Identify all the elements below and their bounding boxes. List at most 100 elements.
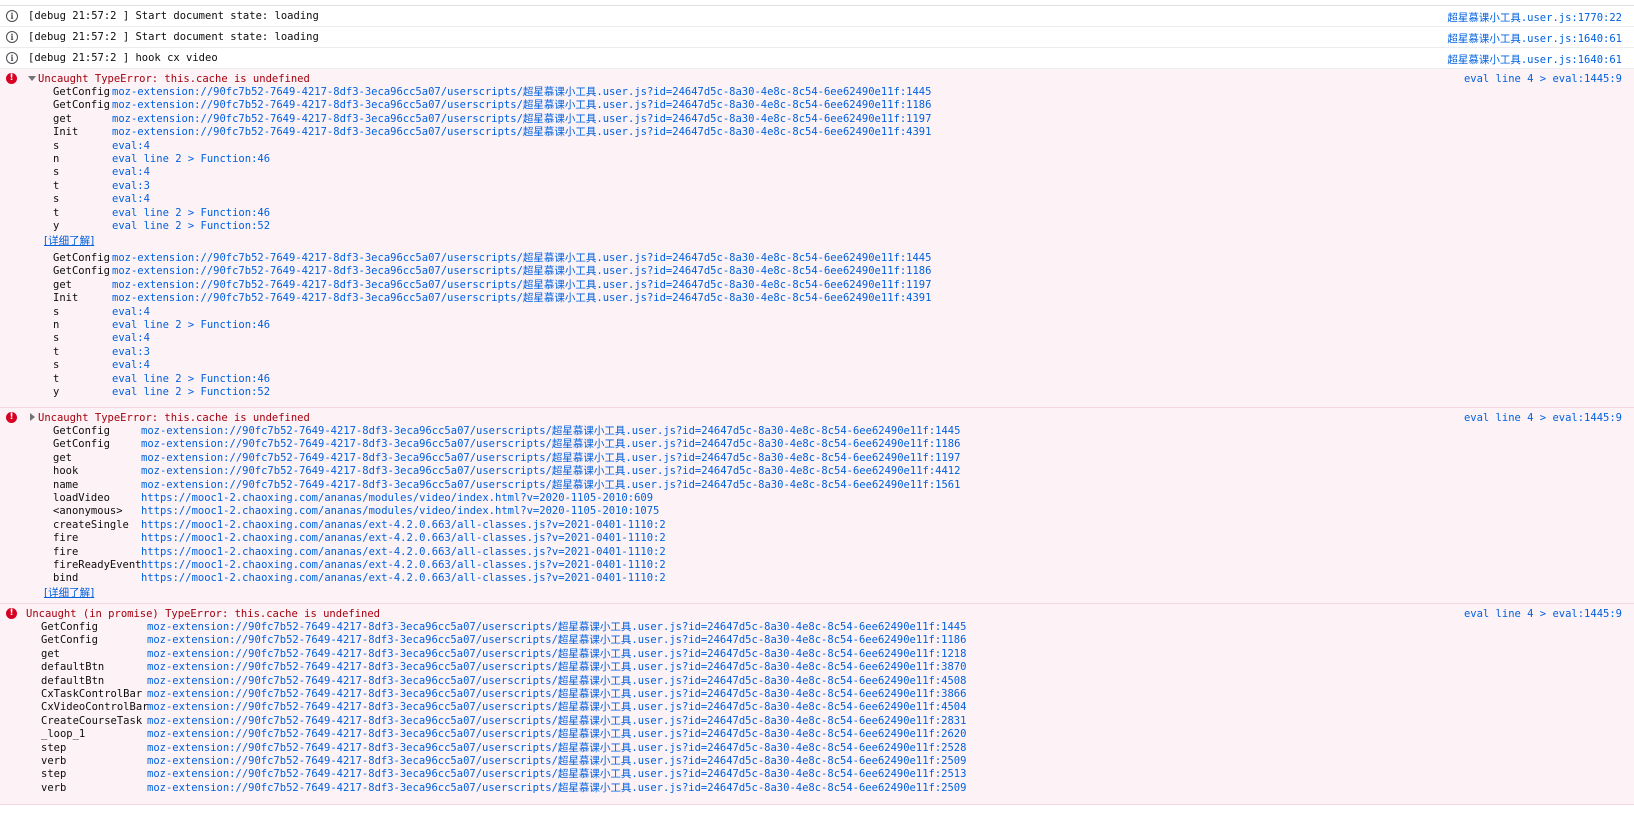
frame-location-link[interactable]: https://mooc1-2.chaoxing.com/ananas/ext-… — [141, 532, 666, 545]
frame-location-link[interactable]: moz-extension://90fc7b52-7649-4217-8df3-… — [112, 113, 931, 126]
frame-function: step — [41, 741, 67, 754]
frame-function: s — [53, 359, 60, 372]
frame-location-link[interactable]: moz-extension://90fc7b52-7649-4217-8df3-… — [112, 265, 931, 278]
frame-location-link[interactable]: moz-extension://90fc7b52-7649-4217-8df3-… — [112, 252, 931, 265]
frame-location-link[interactable]: moz-extension://90fc7b52-7649-4217-8df3-… — [147, 782, 966, 795]
frame-function: t — [53, 372, 60, 385]
source-link[interactable]: 超星慕课小工具.user.js:1770:22 — [1447, 10, 1622, 25]
frame-function: s — [53, 139, 60, 152]
frame-location-link[interactable]: eval:4 — [112, 306, 150, 319]
frame-function: GetConfig — [53, 86, 110, 98]
error-message[interactable]: Uncaught TypeError: this.cache is undefi… — [38, 412, 310, 424]
error-row: ! Uncaught (in promise) TypeError: this.… — [0, 604, 1634, 805]
source-link[interactable]: 超星慕课小工具.user.js:1640:61 — [1447, 31, 1622, 46]
frame-location-link[interactable]: moz-extension://90fc7b52-7649-4217-8df3-… — [141, 425, 960, 438]
frame-function: GetConfig — [53, 265, 110, 278]
frame-location-link[interactable]: eval line 2 > Function:52 — [112, 220, 270, 233]
frame-function: GetConfig — [53, 425, 110, 437]
frame-location-link[interactable]: moz-extension://90fc7b52-7649-4217-8df3-… — [147, 701, 966, 714]
frame-function: verb — [41, 781, 67, 794]
frame-location-link[interactable]: https://mooc1-2.chaoxing.com/ananas/ext-… — [141, 546, 666, 559]
frame-function: CxVideoControlBar — [41, 701, 149, 714]
learn-more-link[interactable]: [详细了解] — [44, 233, 94, 248]
error-row: ! Uncaught TypeError: this.cache is unde… — [0, 408, 1634, 604]
frame-function: GetConfig — [53, 252, 110, 264]
frame-location-link[interactable]: https://mooc1-2.chaoxing.com/ananas/ext-… — [141, 559, 666, 572]
frame-location-link[interactable]: moz-extension://90fc7b52-7649-4217-8df3-… — [147, 728, 966, 741]
frame-location-link[interactable]: https://mooc1-2.chaoxing.com/ananas/ext-… — [141, 519, 666, 532]
frame-function: get — [53, 278, 72, 291]
frame-location-link[interactable]: moz-extension://90fc7b52-7649-4217-8df3-… — [147, 634, 966, 647]
frame-function: loadVideo — [53, 492, 110, 504]
frame-location-link[interactable]: https://mooc1-2.chaoxing.com/ananas/modu… — [141, 505, 659, 518]
frame-location-link[interactable]: eval:4 — [112, 140, 150, 153]
frame-function: bind — [53, 572, 79, 585]
frame-location-link[interactable]: moz-extension://90fc7b52-7649-4217-8df3-… — [141, 452, 960, 465]
frame-function: _loop_1 — [41, 728, 86, 741]
frame-location-link[interactable]: https://mooc1-2.chaoxing.com/ananas/modu… — [141, 492, 653, 505]
console-output: i [debug 21:57:2 ] Start document state:… — [0, 0, 1634, 805]
frame-function: Init — [53, 126, 79, 139]
expand-toggle-open-icon[interactable] — [27, 73, 37, 83]
frame-location-link[interactable]: eval:4 — [112, 359, 150, 372]
frame-function: name — [53, 478, 79, 491]
frame-location-link[interactable]: eval:3 — [112, 346, 150, 359]
frame-function: y — [53, 386, 60, 398]
log-row: i [debug 21:57:2 ] Start document state:… — [0, 27, 1634, 48]
frame-location-link[interactable]: moz-extension://90fc7b52-7649-4217-8df3-… — [112, 292, 931, 305]
log-row: i [debug 21:57:2 ] hook cx video 超星慕课小工具… — [0, 48, 1634, 69]
error-icon: ! — [6, 608, 17, 619]
frame-location-link[interactable]: moz-extension://90fc7b52-7649-4217-8df3-… — [147, 621, 966, 634]
frame-location-link[interactable]: moz-extension://90fc7b52-7649-4217-8df3-… — [147, 661, 966, 674]
error-message[interactable]: Uncaught TypeError: this.cache is undefi… — [38, 73, 310, 85]
frame-location-link[interactable]: eval line 2 > Function:46 — [112, 319, 270, 332]
frame-location-link[interactable]: moz-extension://90fc7b52-7649-4217-8df3-… — [112, 279, 931, 292]
info-icon: i — [6, 31, 18, 43]
frame-function: CreateCourseTask — [41, 714, 143, 727]
frame-location-link[interactable]: moz-extension://90fc7b52-7649-4217-8df3-… — [147, 715, 966, 728]
error-icon: ! — [6, 412, 17, 423]
frame-location-link[interactable]: eval line 2 > Function:46 — [112, 373, 270, 386]
frame-location-link[interactable]: moz-extension://90fc7b52-7649-4217-8df3-… — [112, 99, 931, 112]
frame-function: defaultBtn — [41, 674, 105, 687]
frame-location-link[interactable]: eval line 2 > Function:52 — [112, 386, 270, 399]
frame-function: GetConfig — [53, 438, 110, 451]
frame-location-link[interactable]: eval line 2 > Function:46 — [112, 207, 270, 220]
frame-location-link[interactable]: moz-extension://90fc7b52-7649-4217-8df3-… — [141, 438, 960, 451]
frame-function: Init — [53, 292, 79, 305]
frame-function: fire — [53, 545, 79, 558]
frame-location-link[interactable]: moz-extension://90fc7b52-7649-4217-8df3-… — [147, 675, 966, 688]
frame-location-link[interactable]: moz-extension://90fc7b52-7649-4217-8df3-… — [147, 688, 966, 701]
frame-function: GetConfig — [53, 99, 110, 112]
log-row: i [debug 21:57:2 ] Start document state:… — [0, 6, 1634, 27]
expand-toggle-closed-icon[interactable] — [27, 412, 37, 422]
frame-location-link[interactable]: moz-extension://90fc7b52-7649-4217-8df3-… — [147, 755, 966, 768]
frame-location-link[interactable]: moz-extension://90fc7b52-7649-4217-8df3-… — [141, 465, 960, 478]
frame-function: n — [53, 153, 60, 165]
source-link[interactable]: eval line 4 > eval:1445:9 — [1464, 412, 1622, 424]
frame-location-link[interactable]: eval:4 — [112, 332, 150, 345]
frame-location-link[interactable]: moz-extension://90fc7b52-7649-4217-8df3-… — [147, 742, 966, 755]
source-link[interactable]: eval line 4 > eval:1445:9 — [1464, 608, 1622, 620]
frame-location-link[interactable]: moz-extension://90fc7b52-7649-4217-8df3-… — [147, 648, 966, 661]
source-link[interactable]: 超星慕课小工具.user.js:1640:61 — [1447, 52, 1622, 67]
frame-function: CxTaskControlBar — [41, 688, 143, 700]
frame-location-link[interactable]: eval:3 — [112, 180, 150, 193]
frame-function: createSingle — [53, 518, 129, 531]
frame-function: hook — [53, 465, 79, 478]
learn-more-link[interactable]: [详细了解] — [44, 585, 94, 600]
source-link[interactable]: eval line 4 > eval:1445:9 — [1464, 73, 1622, 85]
frame-function: get — [53, 112, 72, 125]
frame-location-link[interactable]: moz-extension://90fc7b52-7649-4217-8df3-… — [141, 479, 960, 492]
frame-location-link[interactable]: moz-extension://90fc7b52-7649-4217-8df3-… — [112, 86, 931, 99]
error-icon: ! — [6, 73, 17, 84]
log-message: [debug 21:57:2 ] Start document state: l… — [28, 10, 319, 22]
frame-location-link[interactable]: eval:4 — [112, 166, 150, 179]
error-row: ! Uncaught TypeError: this.cache is unde… — [0, 69, 1634, 408]
frame-location-link[interactable]: eval line 2 > Function:46 — [112, 153, 270, 166]
frame-location-link[interactable]: moz-extension://90fc7b52-7649-4217-8df3-… — [112, 126, 931, 139]
frame-location-link[interactable]: moz-extension://90fc7b52-7649-4217-8df3-… — [147, 768, 966, 781]
error-message[interactable]: Uncaught (in promise) TypeError: this.ca… — [26, 608, 380, 620]
frame-location-link[interactable]: https://mooc1-2.chaoxing.com/ananas/ext-… — [141, 572, 666, 585]
frame-location-link[interactable]: eval:4 — [112, 193, 150, 206]
